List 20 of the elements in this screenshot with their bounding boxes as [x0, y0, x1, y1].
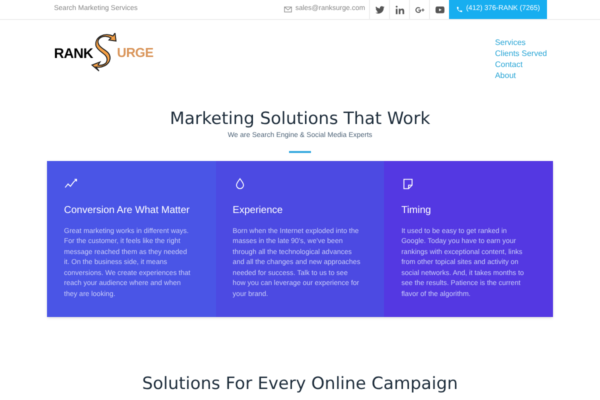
- nav-link[interactable]: About: [494, 70, 547, 81]
- mail-icon: [284, 6, 292, 13]
- youtube-icon[interactable]: [434, 4, 445, 14]
- feature-title: Experience: [232, 204, 284, 218]
- twitter-icon[interactable]: [374, 4, 385, 14]
- nav-link[interactable]: Clients Served: [494, 48, 547, 59]
- feature-title: Conversion Are What Matter: [64, 204, 191, 218]
- nav-link[interactable]: Services: [494, 37, 547, 48]
- linkedin-icon[interactable]: [394, 4, 405, 14]
- trend-line-icon: [64, 176, 78, 190]
- logo-text: URGE: [117, 44, 154, 62]
- section-title: Solutions For Every Online Campaign: [141, 372, 459, 394]
- nav-link[interactable]: Contact: [494, 59, 547, 70]
- logo-swirl-icon: [91, 33, 120, 73]
- section-title: Marketing Solutions That Work: [170, 108, 430, 130]
- phone-icon: [456, 6, 464, 13]
- note-icon: [401, 176, 416, 190]
- logo-text: RANK: [54, 44, 94, 62]
- feature-title: Timing: [401, 204, 432, 218]
- google-plus-icon[interactable]: [414, 4, 425, 14]
